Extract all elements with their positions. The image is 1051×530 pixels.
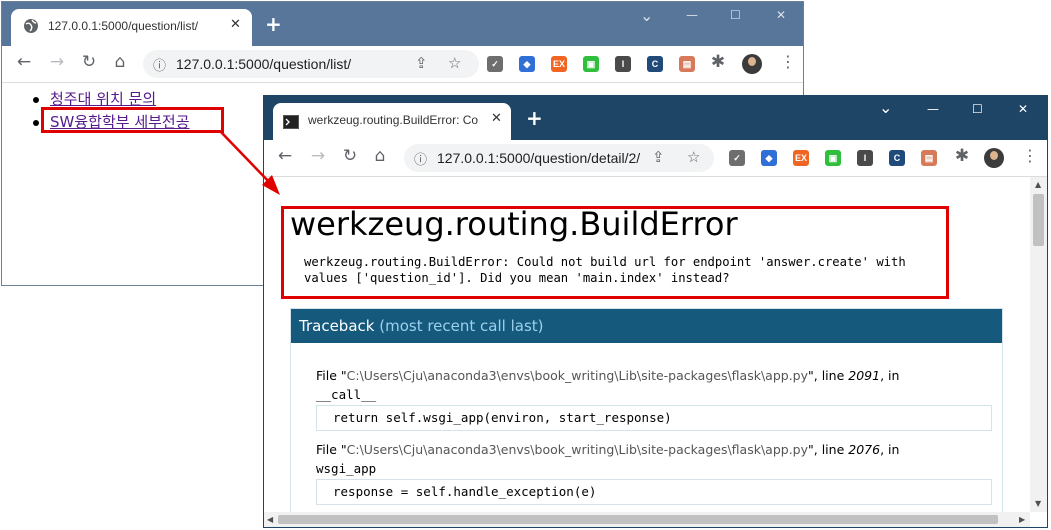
share-icon[interactable]: ⇪ (652, 148, 665, 166)
traceback-panel: Traceback (most recent call last) File "… (290, 308, 1003, 518)
close-window-button[interactable]: ✕ (1018, 102, 1028, 116)
minimize-button[interactable]: — (686, 8, 698, 22)
star-icon[interactable]: ☆ (448, 54, 461, 72)
puzzle-icon[interactable]: ✱ (707, 52, 729, 72)
share-icon[interactable]: ⇪ (415, 54, 428, 72)
back-tab-title: 127.0.0.1:5000/question/list/ (48, 19, 199, 33)
frame-file: File "C:\Users\Cju\anaconda3\envs\book_w… (316, 368, 900, 383)
new-tab-button[interactable]: + (265, 12, 282, 36)
home-icon[interactable]: ⌂ (109, 52, 131, 72)
maximize-button[interactable]: ☐ (730, 8, 741, 22)
reload-icon[interactable]: ↻ (339, 146, 361, 166)
traceback-header[interactable]: Traceback (most recent call last) (291, 309, 1002, 343)
puzzle-icon[interactable]: ✱ (951, 146, 973, 166)
screen-extension-icon[interactable]: ▤ (679, 56, 695, 72)
close-window-button[interactable]: ✕ (776, 8, 786, 22)
back-toolbar: ← → ↻ ⌂ ⓘ 127.0.0.1:5000/question/list/ … (2, 46, 803, 83)
highlight-box-link (41, 107, 224, 133)
front-tab[interactable]: werkzeug.routing.BuildError: Cou ✕ (273, 103, 511, 140)
info-extension-icon[interactable]: I (857, 150, 873, 166)
info-icon[interactable]: ⓘ (414, 149, 427, 168)
info-icon[interactable]: ⓘ (153, 55, 166, 74)
menu-kebab-icon[interactable]: ⋮ (780, 52, 796, 71)
annotation-arrow (219, 130, 280, 195)
forward-arrow-icon[interactable]: → (46, 52, 68, 72)
checkmark-extension-icon[interactable]: ✓ (487, 56, 503, 72)
back-tab[interactable]: 127.0.0.1:5000/question/list/ ✕ (11, 9, 252, 46)
traceback-label: Traceback (299, 317, 375, 335)
horizontal-scrollbar[interactable]: ◀ ▶ (264, 512, 1030, 527)
highlight-box-error (281, 206, 949, 299)
back-arrow-icon[interactable]: ← (13, 52, 35, 72)
close-icon[interactable]: ✕ (491, 111, 502, 126)
back-tab-strip: 127.0.0.1:5000/question/list/ ✕ + ⌄ — ☐ … (2, 2, 803, 46)
close-icon[interactable]: ✕ (230, 17, 241, 32)
scrollbar-thumb[interactable] (278, 515, 998, 524)
frame-function: __call__ (316, 387, 377, 402)
tab-search-icon[interactable]: ⌄ (640, 6, 653, 25)
star-icon[interactable]: ☆ (687, 148, 700, 166)
front-tab-strip: werkzeug.routing.BuildError: Cou ✕ + ⌄ —… (264, 96, 1047, 140)
globe-icon (23, 18, 39, 38)
c-extension-icon[interactable]: C (889, 150, 905, 166)
frame-code-line[interactable]: return self.wsgi_app(environ, start_resp… (316, 405, 992, 431)
ex-extension-icon[interactable]: EX (793, 150, 809, 166)
avatar[interactable] (984, 148, 1004, 168)
frame-code-line[interactable]: response = self.handle_exception(e) (316, 479, 992, 505)
maximize-button[interactable]: ☐ (972, 102, 983, 116)
screen-extension-icon[interactable]: ▤ (921, 150, 937, 166)
home-icon[interactable]: ⌂ (369, 146, 391, 166)
avatar[interactable] (742, 54, 762, 74)
frame-file: File "C:\Users\Cju\anaconda3\envs\book_w… (316, 442, 900, 457)
forward-arrow-icon[interactable]: → (307, 146, 329, 166)
menu-kebab-icon[interactable]: ⋮ (1022, 146, 1038, 165)
frame-function: wsgi_app (316, 461, 377, 476)
vertical-scrollbar[interactable]: ▲ ▼ (1030, 177, 1047, 512)
info-extension-icon[interactable]: I (615, 56, 631, 72)
tab-search-icon[interactable]: ⌄ (879, 98, 892, 117)
green-extension-icon[interactable]: ▣ (583, 56, 599, 72)
traceback-sub: (most recent call last) (379, 317, 544, 335)
address-bar[interactable]: ⓘ 127.0.0.1:5000/question/list/ ⇪ ☆ (143, 50, 479, 78)
question-link[interactable]: 청주대 위치 문의 (50, 90, 156, 108)
checkmark-extension-icon[interactable]: ✓ (729, 150, 745, 166)
scrollbar-thumb[interactable] (1033, 194, 1044, 246)
address-bar[interactable]: ⓘ 127.0.0.1:5000/question/detail/2/ ⇪ ☆ (404, 144, 714, 172)
c-extension-icon[interactable]: C (647, 56, 663, 72)
ex-extension-icon[interactable]: EX (551, 56, 567, 72)
bookmark-extension-icon[interactable]: ◆ (761, 150, 777, 166)
minimize-button[interactable]: — (927, 102, 939, 116)
new-tab-button[interactable]: + (526, 106, 543, 130)
front-toolbar: ← → ↻ ⌂ ⓘ 127.0.0.1:5000/question/detail… (264, 140, 1047, 177)
url-text[interactable]: 127.0.0.1:5000/question/list/ (176, 56, 351, 72)
green-extension-icon[interactable]: ▣ (825, 150, 841, 166)
url-text[interactable]: 127.0.0.1:5000/question/detail/2/ (437, 150, 640, 166)
front-tab-title: werkzeug.routing.BuildError: Cou (308, 113, 478, 127)
reload-icon[interactable]: ↻ (78, 52, 100, 72)
bookmark-extension-icon[interactable]: ◆ (519, 56, 535, 72)
